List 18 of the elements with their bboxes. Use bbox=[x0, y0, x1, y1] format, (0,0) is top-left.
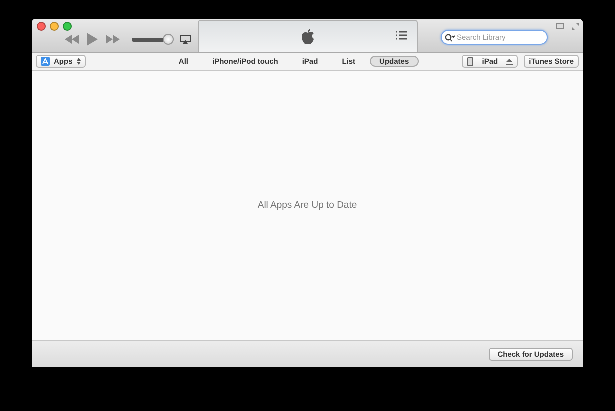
tablet-icon bbox=[467, 56, 474, 66]
updown-icon bbox=[76, 58, 81, 65]
play-icon[interactable] bbox=[87, 33, 98, 46]
search-icon bbox=[445, 34, 455, 42]
fast-forward-icon[interactable] bbox=[106, 35, 120, 44]
eject-icon[interactable] bbox=[506, 58, 514, 64]
status-message: All Apps Are Up to Date bbox=[258, 200, 358, 211]
close-icon[interactable] bbox=[37, 22, 46, 31]
zoom-icon[interactable] bbox=[63, 22, 72, 31]
rewind-icon[interactable] bbox=[65, 35, 79, 44]
list-icon[interactable] bbox=[396, 31, 407, 40]
apps-icon bbox=[41, 57, 50, 66]
miniplayer-icon[interactable] bbox=[556, 23, 564, 29]
fullscreen-icon[interactable] bbox=[572, 23, 579, 30]
minimize-icon[interactable] bbox=[50, 22, 59, 31]
volume-slider[interactable] bbox=[132, 34, 172, 45]
airplay-icon[interactable] bbox=[180, 35, 191, 44]
apple-icon bbox=[301, 28, 315, 44]
